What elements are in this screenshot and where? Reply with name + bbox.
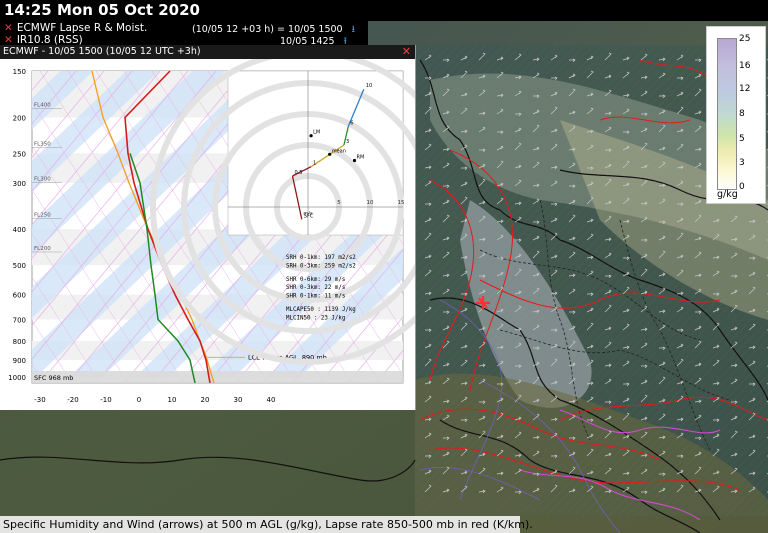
sounding-stat: SHR 0-1km: 11 m/s — [286, 294, 345, 300]
temp-axis-label: 0 — [137, 396, 141, 404]
pressure-label: 150 — [13, 68, 26, 76]
clock-display: 14:25 Mon 05 Oct 2020 — [4, 1, 200, 19]
pressure-label: 800 — [13, 338, 26, 346]
hodograph-tick: 5 — [337, 200, 341, 206]
temp-axis-label: -10 — [100, 396, 111, 404]
remove-layer-icon[interactable]: ✕ — [4, 22, 13, 34]
humidity-legend: 25 16 12 8 5 3 0 g/kg — [706, 26, 766, 204]
dry-adiabat — [404, 71, 415, 383]
skew-t-diagram: 1502002503004005006007008009001000FL400F… — [8, 59, 415, 404]
hodograph-tick: 10 — [367, 200, 374, 206]
hodograph-point-label: LM — [313, 130, 320, 136]
map-caption: Specific Humidity and Wind (arrows) at 5… — [0, 516, 533, 533]
close-icon[interactable]: ✕ — [402, 45, 411, 59]
hodograph-point-label: 10 — [366, 83, 372, 89]
sounding-panel[interactable]: ECMWF - 10/05 1500 (10/05 12 UTC +3h) ✕ … — [0, 45, 416, 410]
sounding-stat: SHR 0-6km: 29 m/s — [286, 277, 345, 283]
temp-axis-label: 20 — [201, 396, 210, 404]
top-bar: 14:25 Mon 05 Oct 2020 — [0, 0, 768, 21]
flight-level-label: FL200 — [34, 246, 51, 252]
legend-unit: g/kg — [717, 189, 738, 200]
legend-label: 5 — [739, 134, 745, 144]
layer-times: (10/05 12 +03 h) = 10/05 1500 ⭳ 10/05 14… — [190, 21, 368, 47]
pressure-label: 400 — [13, 226, 26, 234]
hodograph-point-label: RM — [357, 155, 365, 161]
flight-level-label: FL350 — [34, 141, 51, 147]
legend-label: 16 — [739, 61, 751, 71]
temp-axis-label: 40 — [267, 396, 276, 404]
legend-label: 3 — [739, 158, 745, 168]
flight-level-label: FL250 — [34, 213, 51, 219]
hodograph-point-label: 3 — [346, 139, 349, 145]
legend-label: 8 — [739, 109, 745, 119]
sounding-stat: MLCIN50 : 23 J/kg — [286, 315, 345, 321]
pressure-label: 900 — [13, 357, 26, 365]
legend-label: 0 — [739, 182, 745, 192]
sounding-stat: MLCAPE50 : 1139 J/kg — [286, 307, 356, 313]
temp-axis-label: 30 — [234, 396, 243, 404]
pressure-label: 250 — [13, 150, 26, 158]
legend-colorbar — [717, 38, 737, 190]
moist-adiabat — [404, 71, 415, 383]
temp-axis-label: 10 — [168, 396, 177, 404]
hodograph-point-label: 0.5 — [295, 170, 303, 176]
temp-axis-label: -20 — [67, 396, 78, 404]
flight-level-label: FL400 — [34, 103, 51, 109]
temp-axis-label: -30 — [34, 396, 45, 404]
pressure-label: 300 — [13, 180, 26, 188]
surface-strip — [32, 371, 403, 383]
layer-time-offset: (10/05 12 +03 h) = — [192, 24, 285, 35]
pressure-label: 500 — [13, 262, 26, 270]
legend-label: 12 — [739, 84, 751, 94]
sounding-stat: SRH 0-1km: 197 m2/s2 — [286, 255, 356, 261]
pressure-label: 1000 — [8, 374, 26, 382]
legend-label: 25 — [739, 34, 751, 44]
time-step-icon[interactable]: ⭳ — [352, 24, 355, 35]
hodograph-point-label: SFC — [304, 213, 314, 219]
layer-item[interactable]: ✕ ECMWF Lapse R & Moist. — [4, 22, 147, 34]
surface-label: SFC 968 mb — [34, 374, 73, 382]
hodograph-point-label: 6 — [350, 120, 353, 126]
sounding-stat: SHR 0-3km: 22 m/s — [286, 285, 345, 291]
hodograph-point-label: mean — [332, 148, 346, 154]
layer-name: ECMWF Lapse R & Moist. — [16, 22, 148, 34]
hodograph-point-label: 1 — [313, 161, 316, 167]
pressure-label: 200 — [13, 114, 26, 122]
sounding-stat: SRH 0-3km: 259 m2/s2 — [286, 263, 356, 269]
pressure-label: 700 — [13, 316, 26, 324]
flight-level-label: FL300 — [34, 177, 51, 183]
pressure-label: 600 — [13, 292, 26, 300]
panel-title: ECMWF - 10/05 1500 (10/05 12 UTC +3h) — [3, 46, 201, 57]
hodograph-tick: 15 — [398, 200, 405, 206]
caption-text: Specific Humidity and Wind (arrows) at 5… — [3, 518, 533, 531]
panel-title-bar: ECMWF - 10/05 1500 (10/05 12 UTC +3h) ✕ — [0, 45, 415, 59]
